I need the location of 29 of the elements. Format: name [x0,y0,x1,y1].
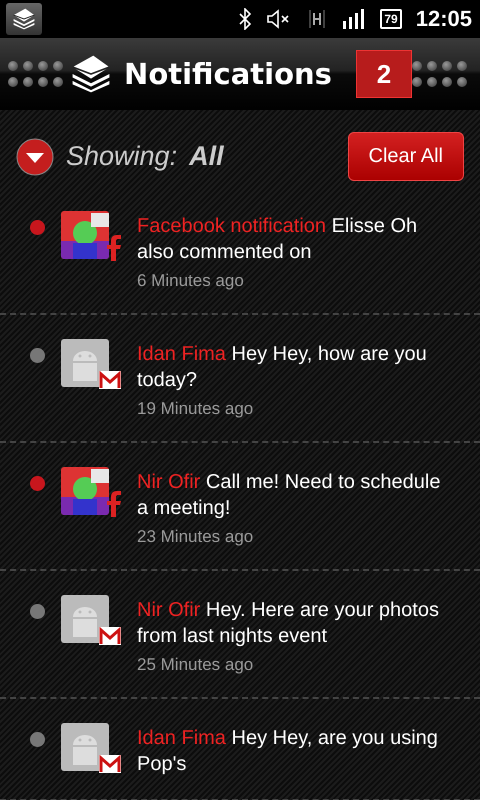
filter-value[interactable]: All [189,141,224,172]
timestamp: 23 Minutes ago [137,527,254,547]
android-avatar-icon [61,595,109,643]
notification-count: 2 [356,50,412,98]
battery-level: 79 [380,9,402,29]
app-icon[interactable] [6,3,42,35]
android-avatar-icon [61,339,109,387]
mail-icon [99,627,121,645]
dropdown-icon[interactable] [16,138,54,176]
notification-text: Idan Fima Hey Hey, are you using Pop's [137,726,439,777]
mail-icon [99,371,121,389]
clear-all-button[interactable]: Clear All [348,132,464,181]
envelope-stack-icon [11,6,37,32]
facebook-icon [107,235,121,261]
timestamp: 6 Minutes ago [137,271,245,291]
facebook-icon [107,491,121,517]
app-title: Notifications [124,57,332,91]
filter-label: Showing: [66,141,178,172]
timestamp: 19 Minutes ago [137,399,254,419]
bluetooth-icon [238,8,252,30]
notification-text: Nir Ofir Hey. Here are your photos from last nights event [137,598,440,649]
notification-text: Idan Fima Hey Hey, how are you today? [137,342,428,393]
signal-icon [342,9,366,29]
mail-icon [99,755,121,773]
timestamp: 25 Minutes ago [137,655,254,675]
notification-text: Facebook notification Elisse Oh also commented on [137,214,418,265]
clock: 12:05 [416,6,472,32]
notification-text: Nir Ofir Call me! Need to schedule a meeting! [137,470,442,521]
android-avatar-icon [61,723,109,771]
